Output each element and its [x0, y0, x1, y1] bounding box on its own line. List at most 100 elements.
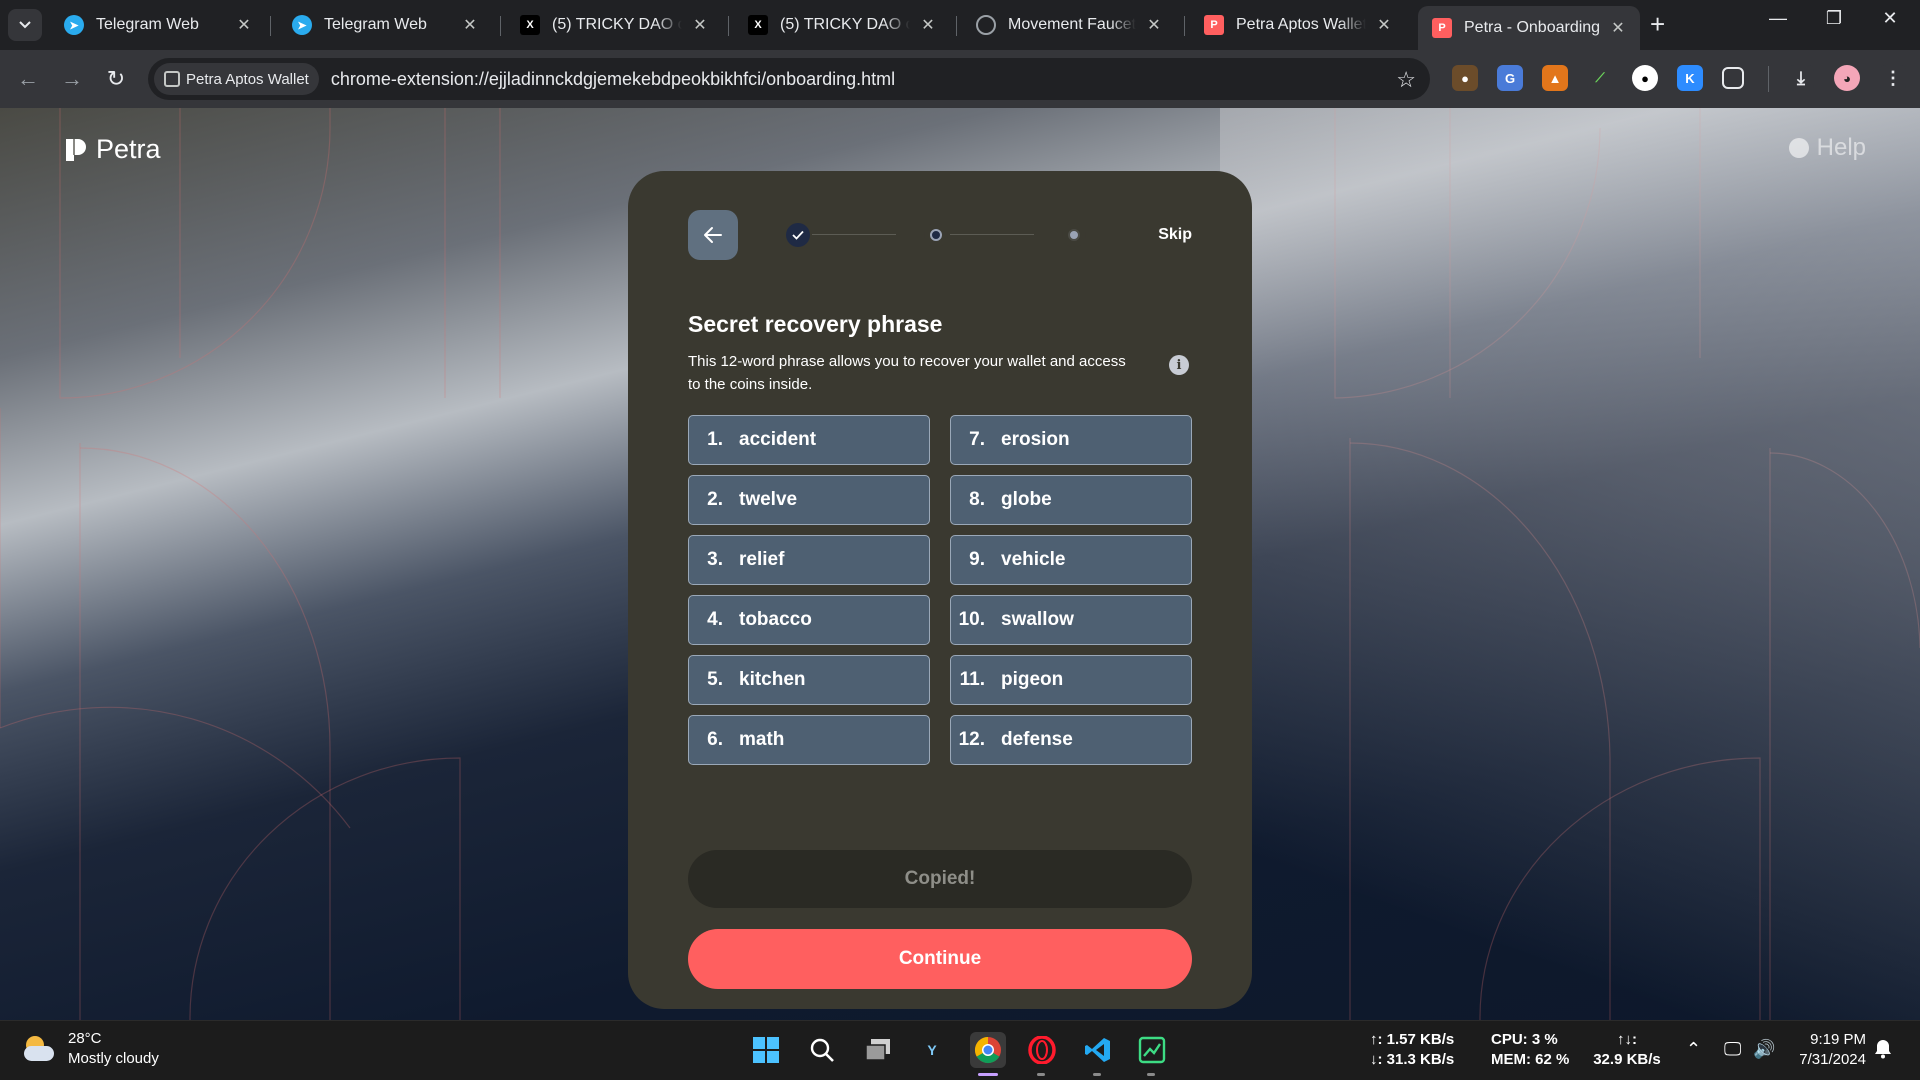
- petra-brand[interactable]: Petra: [64, 134, 161, 165]
- restore-button[interactable]: ❐: [1814, 8, 1854, 29]
- phrase-word-5: 5. kitchen: [688, 655, 930, 705]
- petra-logo-icon: [66, 138, 86, 161]
- checkmark-icon: [792, 230, 804, 240]
- faucet-icon: [976, 15, 996, 35]
- yandex-app-icon[interactable]: Y: [914, 1032, 950, 1068]
- speaker-icon[interactable]: 🔊: [1753, 1039, 1775, 1060]
- chrome-icon[interactable]: [970, 1032, 1006, 1068]
- clock-time: 9:19 PM: [1810, 1031, 1866, 1048]
- translate-extension-icon[interactable]: G: [1497, 65, 1523, 91]
- close-tab-icon[interactable]: ✕: [690, 15, 710, 35]
- download-icon[interactable]: ⤓: [1788, 65, 1814, 91]
- notification-bell-icon[interactable]: [1874, 1039, 1892, 1059]
- chart-extension-icon[interactable]: ⟋: [1587, 65, 1613, 91]
- info-icon[interactable]: i: [1169, 355, 1189, 375]
- help-link[interactable]: Help: [1788, 134, 1866, 162]
- system-usage-widget: CPU: 3 % MEM: 62 %: [1491, 1030, 1569, 1070]
- windows-start-icon[interactable]: [748, 1032, 784, 1068]
- petra-icon: P: [1432, 18, 1452, 38]
- close-window-button[interactable]: ✕: [1870, 8, 1910, 29]
- network-monitor-icon[interactable]: 🖵: [1724, 1039, 1741, 1060]
- address-bar[interactable]: Petra Aptos Wallet chrome-extension://ej…: [148, 58, 1430, 100]
- tab-petra-onboarding[interactable]: P Petra - Onboarding ✕: [1418, 6, 1640, 50]
- phrase-word-2: 2. twelve: [688, 475, 930, 525]
- onboarding-page: Petra Help Skip Secret recovery phrase T…: [0, 108, 1920, 1020]
- cookie-extension-icon[interactable]: ●: [1452, 65, 1478, 91]
- telegram-icon: ➤: [292, 15, 312, 35]
- toolbar-divider: [1768, 66, 1769, 92]
- opera-running-indicator: [1037, 1073, 1045, 1076]
- phrase-word-3: 3. relief: [688, 535, 930, 585]
- tab-divider: [500, 16, 501, 36]
- chevron-up-icon[interactable]: ⌃: [1686, 1039, 1701, 1060]
- tab-divider: [1184, 16, 1185, 36]
- network-total-speed: 32.9 KB/s: [1593, 1051, 1661, 1068]
- new-tab-button[interactable]: +: [1650, 10, 1665, 38]
- minimize-button[interactable]: —: [1758, 8, 1798, 29]
- extensions-puzzle-icon[interactable]: [1722, 67, 1744, 89]
- back-button[interactable]: [688, 210, 738, 260]
- phrase-word-7: 7. erosion: [950, 415, 1192, 465]
- close-tab-icon[interactable]: ✕: [460, 15, 480, 35]
- copy-phrase-button[interactable]: Copied!: [688, 850, 1192, 908]
- weather-temperature: 28°C: [68, 1030, 102, 1047]
- phrase-word-12: 12. defense: [950, 715, 1192, 765]
- vscode-running-indicator: [1093, 1073, 1101, 1076]
- close-tab-icon[interactable]: ✕: [1608, 18, 1628, 38]
- skip-button[interactable]: Skip: [1158, 226, 1192, 244]
- step-dot: [930, 229, 942, 241]
- menu-kebab-icon[interactable]: ⋮: [1880, 65, 1906, 91]
- weather-widget[interactable]: 28°C Mostly cloudy: [22, 1029, 159, 1069]
- metamask-fox-icon[interactable]: ▲: [1542, 65, 1568, 91]
- tab-petra-aptos-wallet[interactable]: P Petra Aptos Wallet - C ✕: [1190, 6, 1406, 44]
- reload-button[interactable]: ↻: [100, 63, 132, 95]
- url-text[interactable]: chrome-extension://ejjladinnckdgjemekebd…: [331, 69, 895, 90]
- tab-tricky-dao-2[interactable]: X (5) TRICKY DAO on X ✕: [734, 6, 950, 44]
- network-total-widget: ↑↓: 32.9 KB/s: [1590, 1030, 1664, 1070]
- windows-taskbar: 28°C Mostly cloudy Y ↑: 1.57 KB/s ↓: 31.…: [0, 1020, 1920, 1080]
- tab-movement-faucet[interactable]: Movement Faucet ✕: [962, 6, 1176, 44]
- extension-puzzle-icon: [164, 71, 180, 87]
- phrase-word-11: 11. pigeon: [950, 655, 1192, 705]
- forward-nav-button[interactable]: →: [56, 63, 88, 95]
- search-icon[interactable]: [804, 1032, 840, 1068]
- step-connector: [950, 234, 1034, 235]
- progress-stepper: [786, 223, 1086, 247]
- tab-telegram-web-2[interactable]: ➤ Telegram Web ✕: [278, 6, 492, 44]
- clock-date: 7/31/2024: [1799, 1051, 1866, 1068]
- vscode-icon[interactable]: [1080, 1032, 1116, 1068]
- network-total-label: ↑↓:: [1617, 1031, 1637, 1048]
- step-3: [1062, 223, 1086, 247]
- page-title: Secret recovery phrase: [688, 311, 943, 337]
- brand-name: Petra: [96, 134, 161, 164]
- network-speed-widget: ↑: 1.57 KB/s ↓: 31.3 KB/s: [1370, 1030, 1454, 1070]
- petra-icon: P: [1204, 15, 1224, 35]
- close-tab-icon[interactable]: ✕: [1374, 15, 1394, 35]
- phrase-word-9: 9. vehicle: [950, 535, 1192, 585]
- chart-app-icon[interactable]: [1134, 1032, 1170, 1068]
- page-description: This 12-word phrase allows you to recove…: [688, 353, 1126, 393]
- bookmark-star-icon[interactable]: ☆: [1396, 67, 1416, 93]
- tab-search-button[interactable]: [8, 9, 42, 41]
- tab-telegram-web-1[interactable]: ➤ Telegram Web ✕: [50, 6, 266, 44]
- close-tab-icon[interactable]: ✕: [234, 15, 254, 35]
- step-1-complete: [786, 223, 810, 247]
- close-tab-icon[interactable]: ✕: [1144, 15, 1164, 35]
- panda-extension-icon[interactable]: ●: [1632, 65, 1658, 91]
- close-tab-icon[interactable]: ✕: [918, 15, 938, 35]
- telegram-icon: ➤: [64, 15, 84, 35]
- phrase-word-6: 6. math: [688, 715, 930, 765]
- keplr-extension-icon[interactable]: K: [1677, 65, 1703, 91]
- system-clock[interactable]: 9:19 PM 7/31/2024: [1796, 1030, 1866, 1070]
- back-nav-button[interactable]: ←: [12, 63, 44, 95]
- opera-icon[interactable]: [1024, 1032, 1060, 1068]
- download-speed: ↓: 31.3 KB/s: [1370, 1051, 1455, 1068]
- continue-button[interactable]: Continue: [688, 929, 1192, 989]
- site-info-chip[interactable]: Petra Aptos Wallet: [154, 63, 319, 95]
- profile-avatar[interactable]: ◕: [1834, 65, 1860, 91]
- partly-cloudy-icon: [22, 1034, 56, 1064]
- task-view-icon[interactable]: [860, 1032, 896, 1068]
- tab-tricky-dao-1[interactable]: X (5) TRICKY DAO on X ✕: [506, 6, 722, 44]
- chart-app-running-indicator: [1147, 1073, 1155, 1076]
- tab-divider: [956, 16, 957, 36]
